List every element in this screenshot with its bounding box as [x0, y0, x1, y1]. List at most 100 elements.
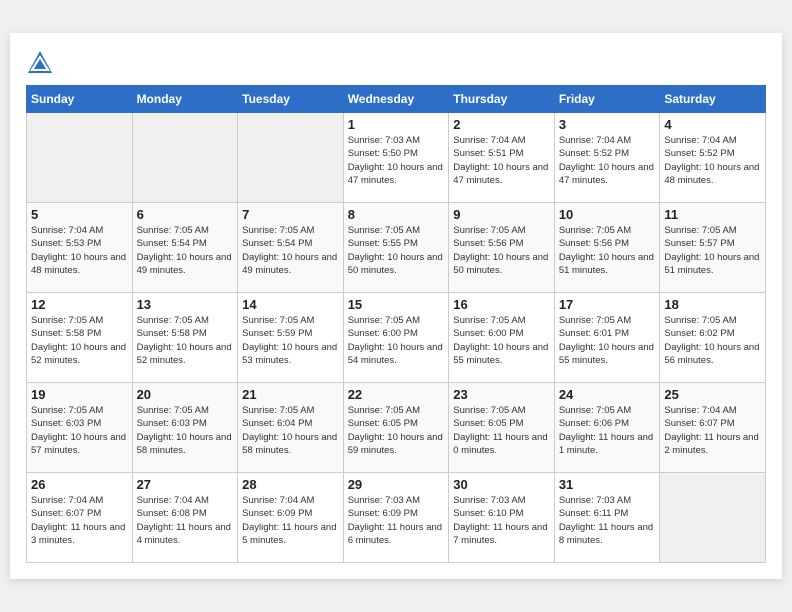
day-number: 3 [559, 117, 656, 132]
day-info: Sunrise: 7:05 AMSunset: 5:58 PMDaylight:… [137, 314, 234, 367]
day-number: 27 [137, 477, 234, 492]
day-number: 12 [31, 297, 128, 312]
day-number: 29 [348, 477, 445, 492]
day-cell: 16 Sunrise: 7:05 AMSunset: 6:00 PMDayligh… [449, 293, 555, 383]
day-number: 19 [31, 387, 128, 402]
day-info: Sunrise: 7:04 AMSunset: 6:08 PMDaylight:… [137, 494, 234, 547]
day-number: 10 [559, 207, 656, 222]
day-info: Sunrise: 7:05 AMSunset: 6:04 PMDaylight:… [242, 404, 339, 457]
day-number: 14 [242, 297, 339, 312]
day-number: 7 [242, 207, 339, 222]
day-cell: 18 Sunrise: 7:05 AMSunset: 6:02 PMDayligh… [660, 293, 766, 383]
week-row-1: 1Sunrise: 7:03 AMSunset: 5:50 PMDaylight… [27, 113, 766, 203]
day-info: Sunrise: 7:05 AMSunset: 5:55 PMDaylight:… [348, 224, 445, 277]
week-row-5: 26 Sunrise: 7:04 AMSunset: 6:07 PMDayligh… [27, 473, 766, 563]
day-number: 23 [453, 387, 550, 402]
day-header-wednesday: Wednesday [343, 86, 449, 113]
day-cell: 23 Sunrise: 7:05 AMSunset: 6:05 PMDayligh… [449, 383, 555, 473]
day-header-sunday: Sunday [27, 86, 133, 113]
day-cell [238, 113, 344, 203]
day-number: 30 [453, 477, 550, 492]
day-number: 16 [453, 297, 550, 312]
day-cell: 2 Sunrise: 7:04 AMSunset: 5:51 PMDaylight… [449, 113, 555, 203]
day-info: Sunrise: 7:03 AMSunset: 5:50 PMDaylight:… [348, 134, 445, 187]
day-header-thursday: Thursday [449, 86, 555, 113]
day-cell: 28Sunrise: 7:04 AMSunset: 6:09 PMDayligh… [238, 473, 344, 563]
day-cell [660, 473, 766, 563]
day-cell: 7 Sunrise: 7:05 AMSunset: 5:54 PMDaylight… [238, 203, 344, 293]
day-info: Sunrise: 7:03 AMSunset: 6:10 PMDaylight:… [453, 494, 550, 547]
day-cell: 22 Sunrise: 7:05 AMSunset: 6:05 PMDayligh… [343, 383, 449, 473]
week-row-4: 19 Sunrise: 7:05 AMSunset: 6:03 PMDayligh… [27, 383, 766, 473]
day-number: 21 [242, 387, 339, 402]
day-number: 24 [559, 387, 656, 402]
day-info: Sunrise: 7:04 AMSunset: 5:51 PMDaylight:… [453, 134, 550, 187]
day-info: Sunrise: 7:05 AMSunset: 6:05 PMDaylight:… [453, 404, 550, 457]
day-info: Sunrise: 7:04 AMSunset: 5:52 PMDaylight:… [664, 134, 761, 187]
day-number: 22 [348, 387, 445, 402]
day-cell: 31 Sunrise: 7:03 AMSunset: 6:11 PMDayligh… [554, 473, 660, 563]
day-info: Sunrise: 7:05 AMSunset: 6:01 PMDaylight:… [559, 314, 656, 367]
day-cell: 12Sunrise: 7:05 AMSunset: 5:58 PMDayligh… [27, 293, 133, 383]
day-info: Sunrise: 7:05 AMSunset: 6:06 PMDaylight:… [559, 404, 656, 457]
day-cell: 4 Sunrise: 7:04 AMSunset: 5:52 PMDaylight… [660, 113, 766, 203]
day-info: Sunrise: 7:05 AMSunset: 5:56 PMDaylight:… [453, 224, 550, 277]
day-number: 13 [137, 297, 234, 312]
day-cell: 8 Sunrise: 7:05 AMSunset: 5:55 PMDaylight… [343, 203, 449, 293]
day-info: Sunrise: 7:04 AMSunset: 6:07 PMDaylight:… [664, 404, 761, 457]
day-number: 18 [664, 297, 761, 312]
day-cell: 21 Sunrise: 7:05 AMSunset: 6:04 PMDayligh… [238, 383, 344, 473]
day-cell: 27 Sunrise: 7:04 AMSunset: 6:08 PMDayligh… [132, 473, 238, 563]
day-cell: 3 Sunrise: 7:04 AMSunset: 5:52 PMDaylight… [554, 113, 660, 203]
day-cell: 19 Sunrise: 7:05 AMSunset: 6:03 PMDayligh… [27, 383, 133, 473]
day-number: 2 [453, 117, 550, 132]
day-cell [132, 113, 238, 203]
day-number: 26 [31, 477, 128, 492]
day-cell: 10Sunrise: 7:05 AMSunset: 5:56 PMDayligh… [554, 203, 660, 293]
day-cell: 5 Sunrise: 7:04 AMSunset: 5:53 PMDaylight… [27, 203, 133, 293]
day-info: Sunrise: 7:05 AMSunset: 6:03 PMDaylight:… [137, 404, 234, 457]
day-number: 8 [348, 207, 445, 222]
day-info: Sunrise: 7:04 AMSunset: 6:07 PMDaylight:… [31, 494, 128, 547]
day-cell: 13 Sunrise: 7:05 AMSunset: 5:58 PMDayligh… [132, 293, 238, 383]
day-cell: 25Sunrise: 7:04 AMSunset: 6:07 PMDayligh… [660, 383, 766, 473]
week-row-2: 5 Sunrise: 7:04 AMSunset: 5:53 PMDaylight… [27, 203, 766, 293]
day-cell: 20 Sunrise: 7:05 AMSunset: 6:03 PMDayligh… [132, 383, 238, 473]
day-cell: 11 Sunrise: 7:05 AMSunset: 5:57 PMDayligh… [660, 203, 766, 293]
day-info: Sunrise: 7:04 AMSunset: 6:09 PMDaylight:… [242, 494, 339, 547]
day-number: 6 [137, 207, 234, 222]
day-info: Sunrise: 7:05 AMSunset: 6:03 PMDaylight:… [31, 404, 128, 457]
day-cell: 26 Sunrise: 7:04 AMSunset: 6:07 PMDayligh… [27, 473, 133, 563]
day-number: 4 [664, 117, 761, 132]
day-info: Sunrise: 7:05 AMSunset: 6:05 PMDaylight:… [348, 404, 445, 457]
day-cell: 15 Sunrise: 7:05 AMSunset: 6:00 PMDayligh… [343, 293, 449, 383]
day-info: Sunrise: 7:05 AMSunset: 5:54 PMDaylight:… [242, 224, 339, 277]
day-cell: 29Sunrise: 7:03 AMSunset: 6:09 PMDayligh… [343, 473, 449, 563]
day-header-monday: Monday [132, 86, 238, 113]
day-number: 5 [31, 207, 128, 222]
day-info: Sunrise: 7:05 AMSunset: 5:54 PMDaylight:… [137, 224, 234, 277]
day-info: Sunrise: 7:03 AMSunset: 6:11 PMDaylight:… [559, 494, 656, 547]
day-info: Sunrise: 7:05 AMSunset: 6:00 PMDaylight:… [453, 314, 550, 367]
logo [26, 49, 58, 77]
day-cell: 9 Sunrise: 7:05 AMSunset: 5:56 PMDaylight… [449, 203, 555, 293]
day-number: 15 [348, 297, 445, 312]
day-info: Sunrise: 7:04 AMSunset: 5:52 PMDaylight:… [559, 134, 656, 187]
day-cell: 6 Sunrise: 7:05 AMSunset: 5:54 PMDaylight… [132, 203, 238, 293]
day-info: Sunrise: 7:04 AMSunset: 5:53 PMDaylight:… [31, 224, 128, 277]
day-number: 20 [137, 387, 234, 402]
calendar-table: SundayMondayTuesdayWednesdayThursdayFrid… [26, 85, 766, 563]
calendar-container: SundayMondayTuesdayWednesdayThursdayFrid… [10, 33, 782, 579]
day-info: Sunrise: 7:05 AMSunset: 6:02 PMDaylight:… [664, 314, 761, 367]
header-area [26, 49, 766, 77]
day-header-tuesday: Tuesday [238, 86, 344, 113]
day-number: 31 [559, 477, 656, 492]
day-cell [27, 113, 133, 203]
day-cell: 14 Sunrise: 7:05 AMSunset: 5:59 PMDayligh… [238, 293, 344, 383]
day-info: Sunrise: 7:05 AMSunset: 5:57 PMDaylight:… [664, 224, 761, 277]
day-number: 11 [664, 207, 761, 222]
day-cell: 30 Sunrise: 7:03 AMSunset: 6:10 PMDayligh… [449, 473, 555, 563]
day-info: Sunrise: 7:05 AMSunset: 6:00 PMDaylight:… [348, 314, 445, 367]
day-info: Sunrise: 7:05 AMSunset: 5:59 PMDaylight:… [242, 314, 339, 367]
day-number: 9 [453, 207, 550, 222]
